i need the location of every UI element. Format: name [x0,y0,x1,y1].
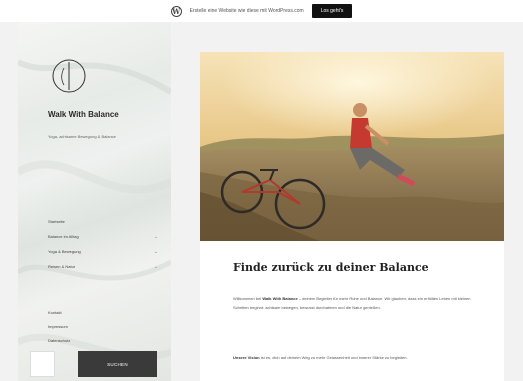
nav-item-label: Yoga & Bewegung [48,249,81,254]
post-title: Finde zurück zu deiner Balance [233,261,429,274]
site-description: Yoga, achtsame Bewegung & Balance [48,134,116,139]
search-button[interactable]: SUCHEN [78,351,157,377]
circle-stroke-logo-icon[interactable] [51,58,87,94]
nav-item-label: Balance im Alltag [48,234,79,239]
nav-item-label: Startseite [48,219,65,224]
search-input[interactable] [30,351,55,377]
nav-item-label: Reisen & Natur [48,264,76,269]
wordpress-icon: W [170,5,182,17]
post-paragraph: Willkommen bei Walk With Balance – deine… [233,295,483,312]
chevron-down-icon[interactable]: ⌄ [154,249,158,255]
main-navigation: Startseite Balance im Alltag ⌄ Yoga & Be… [48,214,158,274]
hero-image [200,52,504,241]
sidebar: Walk With Balance Yoga, achtsame Bewegun… [18,22,171,381]
secondary-navigation: Kontakt Impressum Datenschutz [48,305,158,347]
paragraph-text: Willkommen bei [233,296,263,301]
nav-item-label: Impressum [48,323,68,329]
post-paragraph: Unsere Vision ist es, dich auf deinem We… [233,354,483,363]
nav-item-balance-im-alltag[interactable]: Balance im Alltag ⌄ [48,229,158,244]
nav-item-kontakt[interactable]: Kontakt [48,305,158,319]
promo-button[interactable]: Los geht's [311,4,353,18]
nav-item-label: Datenschutz [48,337,71,343]
nav-item-datenschutz[interactable]: Datenschutz [48,333,158,347]
promo-bar: W Erstelle eine Website wie diese mit Wo… [0,0,523,22]
nav-item-startseite[interactable]: Startseite [48,214,158,229]
promo-text[interactable]: Erstelle eine Website wie diese mit Word… [190,8,304,14]
post-content: Finde zurück zu deiner Balance Willkomme… [200,52,504,381]
nav-item-yoga-bewegung[interactable]: Yoga & Bewegung ⌄ [48,244,158,259]
chevron-down-icon[interactable]: ⌄ [154,264,158,270]
site-title[interactable]: Walk With Balance [48,109,138,120]
bold-text: Unsere Vision [233,355,260,360]
chevron-down-icon[interactable]: ⌄ [154,234,158,240]
nav-item-impressum[interactable]: Impressum [48,319,158,333]
bold-text: Walk With Balance [262,296,298,301]
paragraph-text: ist es, dich auf deinem Weg zu mehr Gela… [259,355,408,360]
nav-item-label: Kontakt [48,309,62,315]
nav-item-reisen-natur[interactable]: Reisen & Natur ⌄ [48,259,158,274]
